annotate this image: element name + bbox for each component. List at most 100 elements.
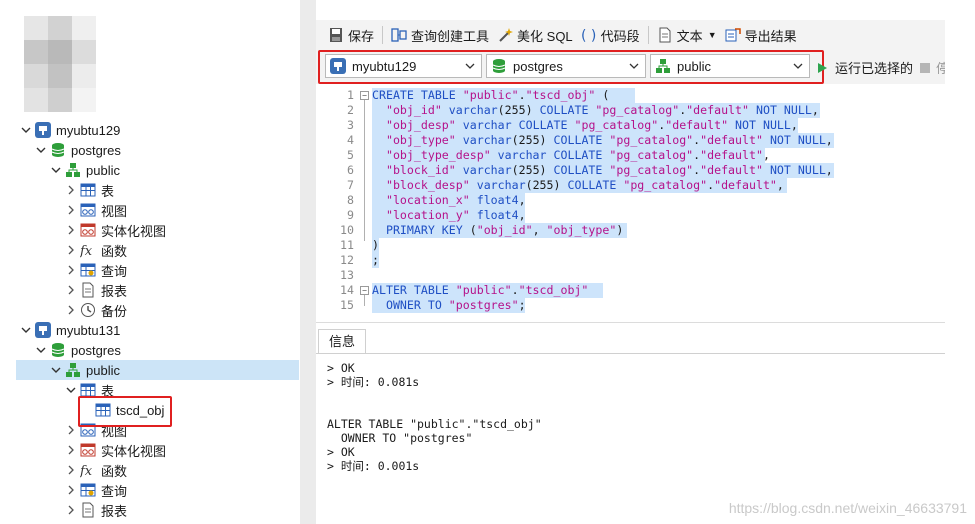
tree-item-label: 报表 [101, 283, 128, 299]
tree-item[interactable]: 视图 [16, 200, 299, 220]
chevron-right-icon[interactable] [65, 304, 77, 316]
tree-item[interactable]: public [16, 160, 299, 180]
pg-server-icon [35, 322, 51, 338]
export-icon [725, 27, 741, 43]
connection-tree-panel: myubtu129 postgres public 表视图 实体化视图 fx 函数 查询 报表备… [0, 0, 300, 524]
view-icon [80, 202, 96, 218]
chevron-down-icon[interactable] [35, 144, 47, 156]
tree-item[interactable]: 备份 [16, 300, 299, 320]
connection-select[interactable]: myubtu129 [325, 54, 482, 78]
toolbar-separator [647, 26, 649, 44]
tree-item[interactable]: 报表 [16, 500, 299, 520]
right-edge [945, 0, 975, 524]
line-number: 13 [340, 268, 354, 282]
line-number: 3 [347, 118, 354, 132]
chevron-right-icon[interactable] [65, 244, 77, 256]
text-mode-label: 文本 [676, 28, 703, 44]
database-select[interactable]: postgres [486, 54, 646, 78]
pg-server-icon [35, 122, 51, 138]
fold-toggle-icon[interactable]: − [360, 286, 369, 295]
tree-item[interactable]: postgres [16, 340, 299, 360]
message-line: > OK [327, 445, 355, 459]
tree-item[interactable]: myubtu129 [16, 120, 299, 140]
message-line: > 时间: 0.081s [327, 375, 420, 389]
tree-item[interactable]: 报表 [16, 280, 299, 300]
svg-text:fx: fx [80, 244, 93, 258]
code-line: "obj_type_desp" varchar COLLATE "pg_cata… [385, 148, 770, 162]
line-number: 15 [340, 298, 354, 312]
query-builder-button[interactable]: 查询创建工具 [387, 23, 493, 47]
save-icon [328, 27, 344, 43]
chevron-right-icon[interactable] [65, 444, 77, 456]
function-icon: fx [79, 462, 96, 479]
tree-item[interactable]: fx 函数 [16, 240, 299, 260]
database-select-value: postgres [513, 58, 563, 74]
chevron-right-icon[interactable] [65, 224, 77, 236]
chevron-right-icon[interactable] [65, 184, 77, 196]
connection-selector-bar: myubtu129 postgres public 运行已选择的 停 [316, 50, 949, 84]
tree-item-label: 实体化视图 [101, 223, 167, 239]
chevron-down-icon[interactable] [20, 124, 32, 136]
chevron-down-icon [793, 63, 803, 69]
tree-item-label: 视图 [101, 203, 128, 219]
schema-select[interactable]: public [650, 54, 810, 78]
text-mode-button[interactable]: 文本 ▼ [653, 23, 721, 47]
tree-item[interactable]: 表 [16, 180, 299, 200]
materialized-view-icon [80, 442, 96, 458]
tab-info[interactable]: 信息 [318, 329, 367, 353]
tree-item[interactable]: 实体化视图 [16, 220, 299, 240]
line-number: 14 [340, 283, 354, 297]
chevron-down-icon [629, 63, 639, 69]
chevron-down-icon[interactable] [35, 344, 47, 356]
code-line: ; [372, 253, 379, 267]
chevron-right-icon[interactable] [65, 284, 77, 296]
info-panel: 信息 > OK > 时间: 0.081s ALTER TABLE "public".… [316, 322, 945, 506]
save-button[interactable]: 保存 [324, 23, 378, 47]
beautify-sql-button[interactable]: 美化 SQL [493, 23, 577, 47]
tree-item[interactable]: 查询 [16, 480, 299, 500]
chevron-right-icon[interactable] [65, 424, 77, 436]
chevron-down-icon[interactable] [50, 164, 62, 176]
database-icon [50, 342, 66, 358]
chevron-down-icon[interactable] [50, 364, 62, 376]
tree-item-label: postgres [71, 142, 121, 158]
code-line: CREATE TABLE "public"."tscd_obj" ( [372, 88, 610, 102]
code-line: OWNER TO "postgres"; [385, 298, 526, 312]
tree-item[interactable]: 实体化视图 [16, 440, 299, 460]
tree-item[interactable]: postgres [16, 140, 299, 160]
report-icon [80, 282, 96, 298]
report-icon [80, 502, 96, 518]
tree-item[interactable]: public [16, 360, 299, 380]
braces-icon: ( ) [581, 27, 597, 44]
tree-item[interactable]: 查询 [16, 260, 299, 280]
tree-item[interactable]: myubtu131 [16, 320, 299, 340]
chevron-down-icon[interactable] [65, 384, 77, 396]
chevron-right-icon[interactable] [65, 484, 77, 496]
blurred-avatar-image [24, 16, 96, 112]
chevron-right-icon[interactable] [65, 264, 77, 276]
chevron-right-icon[interactable] [65, 464, 77, 476]
export-results-button[interactable]: 导出结果 [721, 23, 801, 47]
tree-item-label: 查询 [101, 263, 128, 279]
backup-icon [80, 302, 96, 318]
code-line: PRIMARY KEY ("obj_id", "obj_type") [385, 223, 624, 237]
tree-item-label: 实体化视图 [101, 443, 167, 459]
tree-item[interactable]: fx 函数 [16, 460, 299, 480]
message-line: OWNER TO "postgres" [327, 431, 473, 445]
query-toolbar: 保存 查询创建工具 美化 SQL ( ) 代码段 文本 ▼ 导出结果 [316, 20, 945, 50]
tree-item-label: 报表 [101, 503, 128, 519]
line-number: 5 [347, 148, 354, 162]
chevron-right-icon[interactable] [65, 504, 77, 516]
fold-toggle-icon[interactable]: − [360, 91, 369, 100]
fold-guide [364, 96, 365, 241]
code-line: "obj_type" varchar(255) COLLATE "pg_cata… [385, 133, 833, 147]
chevron-right-icon[interactable] [65, 204, 77, 216]
sql-editor[interactable]: 1− CREATE TABLE "public"."tscd_obj" (2 "o… [316, 84, 945, 322]
panel-splitter[interactable] [300, 0, 316, 524]
run-selected-button[interactable]: 运行已选择的 [818, 58, 913, 77]
stop-icon [920, 62, 930, 73]
chevron-down-icon[interactable] [20, 324, 32, 336]
code-line: "location_y" float4, [385, 208, 526, 222]
snippet-button[interactable]: ( ) 代码段 [577, 23, 644, 47]
line-number: 12 [340, 253, 354, 267]
